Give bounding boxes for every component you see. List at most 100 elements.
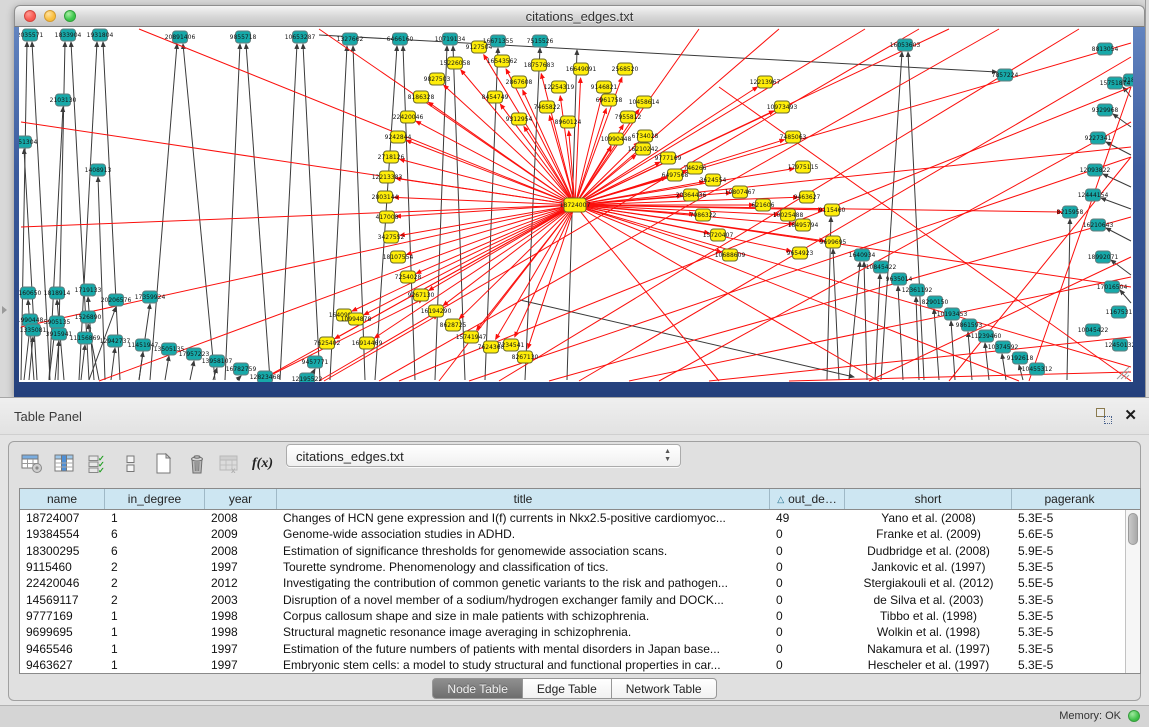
memory-ok-indicator[interactable] bbox=[1128, 710, 1140, 722]
table-cell[interactable]: Jankovic et al. (1997) bbox=[845, 560, 1012, 574]
graph-node[interactable]: 1931804 bbox=[87, 29, 114, 41]
graph-node[interactable]: 9146821 bbox=[591, 81, 618, 93]
graph-node[interactable]: 2568520 bbox=[612, 63, 639, 75]
table-cell[interactable]: 0 bbox=[770, 576, 845, 590]
table-cell[interactable]: 1997 bbox=[205, 658, 277, 672]
graph-node[interactable]: 9463627 bbox=[794, 191, 821, 203]
graph-node[interactable]: 11239460 bbox=[971, 330, 1002, 342]
table-row[interactable]: 969969511998Structural magnetic resonanc… bbox=[20, 624, 1140, 640]
graph-node[interactable]: 12254319 bbox=[544, 81, 575, 93]
column-header-out_de[interactable]: △out_de… bbox=[770, 489, 845, 509]
column-header-year[interactable]: year bbox=[205, 489, 277, 509]
table-cell[interactable]: 1997 bbox=[205, 642, 277, 656]
graph-node[interactable]: 2103130 bbox=[50, 94, 77, 106]
table-cell[interactable]: 1 bbox=[105, 625, 205, 639]
table-cell[interactable]: 5.5E-5 bbox=[1012, 576, 1127, 590]
table-cell[interactable]: 9777169 bbox=[20, 609, 105, 623]
table-cell[interactable]: 2009 bbox=[205, 527, 277, 541]
graph-node[interactable]: 6466160 bbox=[387, 33, 414, 45]
table-cell[interactable]: 2 bbox=[105, 593, 205, 607]
table-cell[interactable]: Estimation of the future numbers of pati… bbox=[277, 642, 770, 656]
table-row[interactable]: 1872400712008Changes of HCN gene express… bbox=[20, 510, 1140, 526]
table-cell[interactable]: 2008 bbox=[205, 544, 277, 558]
graph-node[interactable]: 10807467 bbox=[725, 186, 756, 198]
table-cell[interactable]: 9463627 bbox=[20, 658, 105, 672]
graph-node[interactable]: 22420046 bbox=[393, 111, 424, 123]
table-cell[interactable]: 6 bbox=[105, 544, 205, 558]
table-cell[interactable]: 5.3E-5 bbox=[1012, 658, 1127, 672]
function-builder-button[interactable]: f(x) bbox=[252, 456, 273, 472]
graph-node[interactable]: 16194290 bbox=[421, 305, 452, 317]
table-cell[interactable]: Stergiakouli et al. (2012) bbox=[845, 576, 1012, 590]
tab-edge-table[interactable]: Edge Table bbox=[523, 678, 612, 699]
table-cell[interactable]: 1 bbox=[105, 511, 205, 525]
graph-node[interactable]: 16543562 bbox=[487, 55, 518, 67]
graph-node[interactable]: 9115460 bbox=[819, 204, 846, 216]
graph-node[interactable]: 1167531 bbox=[1106, 306, 1133, 318]
table-cell[interactable]: Corpus callosum shape and size in male p… bbox=[277, 609, 770, 623]
table-row[interactable]: 911546021997Tourette syndrome. Phenomeno… bbox=[20, 559, 1140, 575]
graph-node[interactable]: 3624554 bbox=[700, 174, 727, 186]
table-cell[interactable]: 0 bbox=[770, 544, 845, 558]
graph-node[interactable]: 8454749 bbox=[482, 91, 509, 103]
graph-node[interactable]: 20364436 bbox=[676, 189, 707, 201]
table-cell[interactable]: 14569117 bbox=[20, 593, 105, 607]
graph-node[interactable]: 1251304 bbox=[19, 136, 38, 148]
graph-node[interactable]: 10653287 bbox=[285, 31, 316, 43]
graph-node[interactable]: 9635014 bbox=[886, 273, 913, 285]
column-header-in_degree[interactable]: in_degree bbox=[105, 489, 205, 509]
panel-collapse-arrow-icon[interactable] bbox=[2, 306, 7, 314]
table-cell[interactable]: Changes of HCN gene expression and I(f) … bbox=[277, 511, 770, 525]
table-row[interactable]: 946554611997Estimation of the future num… bbox=[20, 640, 1140, 656]
graph-node[interactable]: 1526890 bbox=[75, 311, 102, 323]
graph-node[interactable]: 10458614 bbox=[629, 96, 660, 108]
graph-node[interactable]: 8290150 bbox=[922, 296, 949, 308]
table-cell[interactable]: 18300295 bbox=[20, 544, 105, 558]
table-cell[interactable]: 2 bbox=[105, 560, 205, 574]
table-cell[interactable]: Franke et al. (2009) bbox=[845, 527, 1012, 541]
create-column-button[interactable] bbox=[151, 451, 177, 477]
graph-node[interactable]: 9329968 bbox=[1092, 104, 1119, 116]
graph-node[interactable]: 9827503 bbox=[424, 73, 451, 85]
table-row[interactable]: 1830029562008Estimation of significance … bbox=[20, 543, 1140, 559]
graph-node[interactable]: 3915941 bbox=[46, 328, 73, 340]
table-cell[interactable]: 0 bbox=[770, 527, 845, 541]
table-cell[interactable]: 22420046 bbox=[20, 576, 105, 590]
table-row[interactable]: 2242004622012Investigating the contribut… bbox=[20, 575, 1140, 591]
graph-node[interactable]: 18107554 bbox=[383, 251, 414, 263]
show-hide-columns-button[interactable]: ✓✓✓ bbox=[85, 451, 111, 477]
graph-node[interactable]: 11156869 bbox=[70, 332, 101, 344]
table-cell[interactable]: 0 bbox=[770, 642, 845, 656]
graph-node[interactable]: 12361192 bbox=[902, 284, 933, 296]
select-columns-button[interactable] bbox=[52, 451, 78, 477]
graph-node[interactable]: 16649091 bbox=[566, 63, 597, 75]
graph-node[interactable]: 12450132 bbox=[1105, 339, 1133, 351]
table-cell[interactable]: 0 bbox=[770, 593, 845, 607]
table-select-dropdown[interactable]: citations_edges.txt ▲▼ bbox=[286, 444, 681, 467]
float-panel-icon[interactable] bbox=[1096, 408, 1112, 424]
table-cell[interactable]: 5.3E-5 bbox=[1012, 560, 1127, 574]
graph-node[interactable]: 2803144 bbox=[372, 191, 399, 203]
graph-node[interactable]: 12195522 bbox=[292, 373, 323, 382]
delete-table-button[interactable]: x bbox=[217, 451, 243, 477]
table-row[interactable]: 946362711997Embryonic stem cells: a mode… bbox=[20, 657, 1140, 673]
vertical-scrollbar[interactable] bbox=[1125, 510, 1140, 673]
graph-node[interactable]: 10045422 bbox=[1078, 324, 1109, 336]
table-mode-button[interactable] bbox=[19, 451, 45, 477]
table-cell[interactable]: 5.3E-5 bbox=[1012, 511, 1127, 525]
table-cell[interactable]: 5.3E-5 bbox=[1012, 642, 1127, 656]
graph-node[interactable]: 12213967 bbox=[750, 76, 781, 88]
graph-node[interactable]: 9192618 bbox=[1007, 352, 1034, 364]
graph-node[interactable]: 16210242 bbox=[628, 143, 659, 155]
graph-node[interactable]: 2160650 bbox=[19, 287, 42, 299]
table-cell[interactable]: de Silva et al. (2003) bbox=[845, 593, 1012, 607]
graph-node[interactable]: 10455312 bbox=[1022, 363, 1053, 375]
graph-node[interactable]: 1719133 bbox=[75, 284, 102, 296]
graph-node[interactable]: 7955812 bbox=[615, 111, 642, 123]
graph-node[interactable]: 16053603 bbox=[890, 39, 921, 51]
graph-node[interactable]: 9242844 bbox=[385, 131, 412, 143]
graph-node[interactable]: 18724007 bbox=[560, 198, 591, 212]
column-header-short[interactable]: short bbox=[845, 489, 1012, 509]
table-cell[interactable]: Disruption of a novel member of a sodium… bbox=[277, 593, 770, 607]
table-cell[interactable]: 49 bbox=[770, 511, 845, 525]
